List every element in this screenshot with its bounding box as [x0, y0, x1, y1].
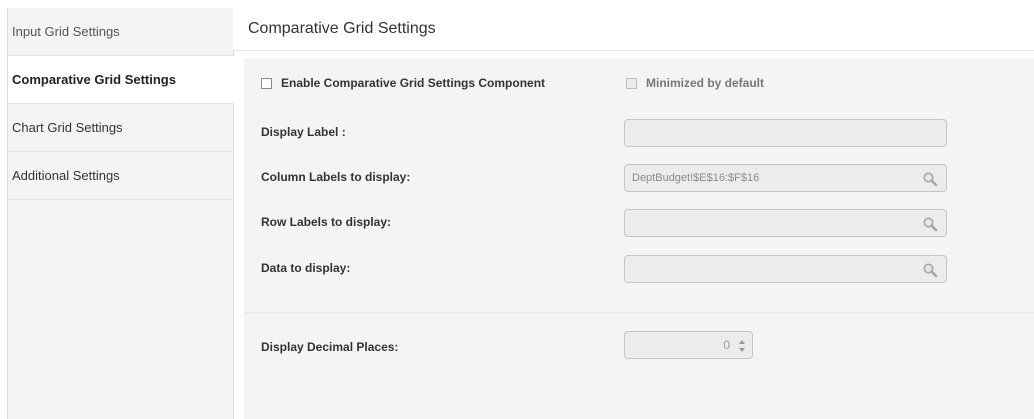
enable-component-option[interactable]: Enable Comparative Grid Settings Compone…: [261, 76, 545, 90]
row-labels-field[interactable]: [624, 209, 947, 237]
page-title: Comparative Grid Settings: [248, 20, 436, 37]
minimized-label: Minimized by default: [646, 76, 765, 90]
enable-component-label: Enable Comparative Grid Settings Compone…: [281, 76, 546, 90]
chevron-down-icon[interactable]: [739, 348, 745, 352]
sidebar-item-input-grid-settings[interactable]: Input Grid Settings: [8, 8, 233, 56]
sidebar-item-additional-settings[interactable]: Additional Settings: [8, 152, 233, 200]
settings-sidebar: Input Grid Settings Comparative Grid Set…: [7, 8, 234, 419]
sidebar-item-chart-grid-settings[interactable]: Chart Grid Settings: [8, 104, 233, 152]
decimal-places-label: Display Decimal Places:: [261, 340, 399, 354]
data-to-display-field[interactable]: [624, 255, 947, 283]
section-divider: [244, 312, 1034, 313]
minimized-checkbox[interactable]: [626, 77, 637, 89]
chevron-up-icon[interactable]: [739, 340, 745, 344]
row-labels-label: Row Labels to display:: [261, 215, 392, 229]
display-label-field[interactable]: [624, 119, 947, 147]
enable-component-checkbox[interactable]: [261, 77, 272, 89]
column-labels-value: DeptBudget!$E$16:$F$16: [632, 172, 760, 184]
magnifier-icon[interactable]: [922, 262, 938, 278]
data-to-display-label: Data to display:: [261, 261, 351, 275]
decimal-places-value: 0: [723, 338, 730, 352]
main-header: Comparative Grid Settings: [233, 8, 1034, 51]
minimized-option[interactable]: Minimized by default: [626, 76, 764, 90]
sidebar-item-comparative-grid-settings[interactable]: Comparative Grid Settings: [8, 56, 234, 104]
magnifier-icon[interactable]: [922, 216, 938, 232]
decimal-places-stepper[interactable]: 0: [624, 331, 753, 359]
display-label-label: Display Label :: [261, 125, 346, 139]
settings-panel: Enable Comparative Grid Settings Compone…: [244, 58, 1034, 419]
column-labels-field[interactable]: DeptBudget!$E$16:$F$16: [624, 164, 947, 192]
magnifier-icon[interactable]: [922, 171, 938, 187]
column-labels-label: Column Labels to display:: [261, 170, 411, 184]
